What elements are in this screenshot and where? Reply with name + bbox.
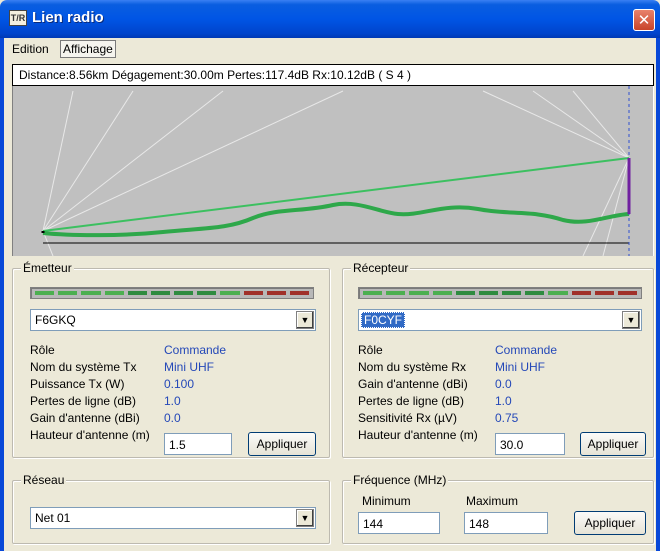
profile-graph: [41, 86, 631, 256]
tx-antenna-height-label: Hauteur d'antenne (m): [30, 428, 150, 442]
close-button[interactable]: ✕: [633, 9, 655, 31]
chevron-down-icon[interactable]: ▼: [622, 311, 640, 329]
meter-segment: [502, 291, 522, 295]
line-of-sight: [42, 157, 630, 232]
rx-antenna-gain-value: 0.0: [495, 377, 512, 391]
fresnel-ray: [42, 90, 224, 232]
reseau-value: Net 01: [35, 511, 71, 525]
tx-signal-meter: [30, 287, 314, 299]
recepteur-station-select[interactable]: F0CYF ▼: [358, 309, 642, 331]
meter-segment: [266, 291, 286, 295]
window-frame-right: [656, 38, 660, 551]
meter-segment: [548, 291, 568, 295]
rx-system-label: Nom du système Rx: [358, 360, 467, 374]
chevron-down-icon[interactable]: ▼: [296, 509, 314, 527]
rx-line-loss-value: 1.0: [495, 394, 512, 408]
freq-min-label: Minimum: [362, 494, 411, 508]
tx-system-value: Mini UHF: [164, 360, 214, 374]
recepteur-station-value: F0CYF: [361, 312, 406, 328]
meter-segment: [409, 291, 429, 295]
rx-apply-button[interactable]: Appliquer: [580, 432, 646, 456]
tx-power-value: 0.100: [164, 377, 195, 391]
menu-affichage[interactable]: Affichage: [60, 40, 116, 58]
meter-segment: [197, 291, 217, 295]
meter-segment: [386, 291, 406, 295]
reseau-select[interactable]: Net 01 ▼: [30, 507, 316, 529]
meter-segment: [58, 291, 78, 295]
fresnel-ray: [602, 157, 630, 256]
tx-apply-button[interactable]: Appliquer: [248, 432, 316, 456]
freq-min-input[interactable]: 144: [358, 512, 440, 534]
tx-power-label: Puissance Tx (W): [30, 377, 125, 391]
meter-segment: [127, 291, 147, 295]
rx-sensitivity-value: 0.75: [495, 411, 519, 425]
meter-segment: [81, 291, 101, 295]
recepteur-title: Récepteur: [351, 261, 411, 275]
emetteur-title: Émetteur: [21, 261, 74, 275]
meter-segment: [220, 291, 240, 295]
rx-signal-meter: [358, 287, 642, 299]
meter-segment: [104, 291, 124, 295]
freq-max-label: Maximum: [466, 494, 519, 508]
menu-bar: Edition Affichage: [4, 38, 656, 60]
freq-apply-button[interactable]: Appliquer: [574, 511, 646, 535]
meter-segment: [35, 291, 55, 295]
tx-antenna-gain-label: Gain d'antenne (dBi): [30, 411, 140, 425]
meter-segment: [594, 291, 614, 295]
meter-segment: [455, 291, 475, 295]
menu-edition[interactable]: Edition: [10, 42, 51, 56]
fresnel-ray: [42, 90, 74, 232]
meter-segment: [478, 291, 499, 295]
rx-system-value: Mini UHF: [495, 360, 545, 374]
tx-system-label: Nom du système Tx: [30, 360, 137, 374]
emetteur-station-select[interactable]: F6GKQ ▼: [30, 309, 316, 331]
meter-segment: [617, 291, 638, 295]
fresnel-ray: [582, 157, 630, 256]
title-bar[interactable]: T/R Lien radio ✕: [0, 0, 660, 38]
meter-segment: [432, 291, 452, 295]
path-profile-view: [12, 86, 654, 256]
rx-antenna-height-label: Hauteur d'antenne (m): [358, 428, 478, 442]
rx-sensitivity-label: Sensitivité Rx (µV): [358, 411, 457, 425]
link-summary: Distance:8.56km Dégagement:30.00m Pertes…: [12, 64, 654, 86]
emetteur-station-value: F6GKQ: [35, 313, 76, 327]
window-frame-left: [0, 38, 4, 551]
rx-antenna-gain-label: Gain d'antenne (dBi): [358, 377, 468, 391]
tx-role-label: Rôle: [30, 343, 55, 357]
rx-antenna-height-input[interactable]: 30.0: [495, 433, 565, 455]
rx-role-label: Rôle: [358, 343, 383, 357]
meter-segment: [525, 291, 545, 295]
chevron-down-icon[interactable]: ▼: [296, 311, 314, 329]
window-title: Lien radio: [32, 9, 104, 26]
meter-segment: [289, 291, 310, 295]
tx-role-value: Commande: [164, 343, 227, 357]
fresnel-ray: [482, 90, 630, 159]
tx-antenna-gain-value: 0.0: [164, 411, 181, 425]
meter-segment: [243, 291, 263, 295]
meter-segment: [150, 291, 171, 295]
frequence-title: Fréquence (MHz): [351, 473, 449, 487]
rx-line-loss-label: Pertes de ligne (dB): [358, 394, 465, 408]
app-icon: T/R: [9, 10, 27, 26]
meter-segment: [174, 291, 194, 295]
tx-antenna-height-input[interactable]: 1.5: [164, 433, 232, 455]
meter-segment: [571, 291, 591, 295]
reseau-title: Réseau: [21, 473, 67, 487]
meter-segment: [363, 291, 383, 295]
tx-line-loss-label: Pertes de ligne (dB): [30, 394, 137, 408]
tx-line-loss-value: 1.0: [164, 394, 181, 408]
freq-max-input[interactable]: 148: [464, 512, 548, 534]
rx-role-value: Commande: [495, 343, 558, 357]
